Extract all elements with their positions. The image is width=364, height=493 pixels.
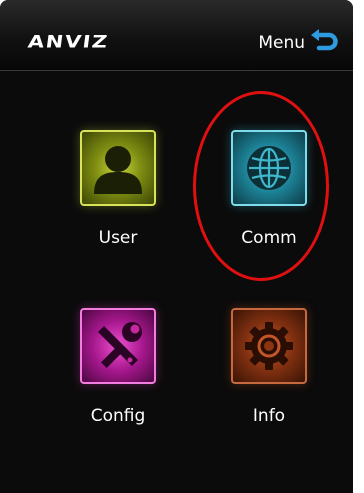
menu-item-label: User [98, 228, 138, 248]
gear-icon [245, 322, 293, 370]
brand-logo: ANVIZ [26, 32, 110, 52]
user-silhouette-icon [94, 146, 142, 194]
info-tile-icon-box [231, 308, 307, 384]
device-screen: ANVIZ Menu User Comm Config Info [0, 0, 353, 493]
return-arrow-icon [311, 29, 338, 51]
menu-item-info[interactable]: Info [214, 308, 324, 426]
menu-item-label: Config [90, 406, 146, 426]
menu-grid: User Comm Config Info [0, 70, 353, 493]
menu-item-label: Comm [241, 228, 297, 248]
user-tile-icon-box [80, 130, 156, 206]
tools-icon [98, 322, 142, 369]
menu-item-comm[interactable]: Comm [214, 130, 324, 248]
menu-item-config[interactable]: Config [63, 308, 173, 426]
config-tile-icon-box [80, 308, 156, 384]
globe-icon [247, 146, 291, 190]
menu-item-user[interactable]: User [63, 130, 173, 248]
back-button[interactable] [309, 28, 339, 56]
menu-item-label: Info [252, 406, 286, 426]
header-bar: ANVIZ Menu [0, 0, 353, 71]
page-title: Menu [258, 33, 305, 53]
comm-tile-icon-box [231, 130, 307, 206]
